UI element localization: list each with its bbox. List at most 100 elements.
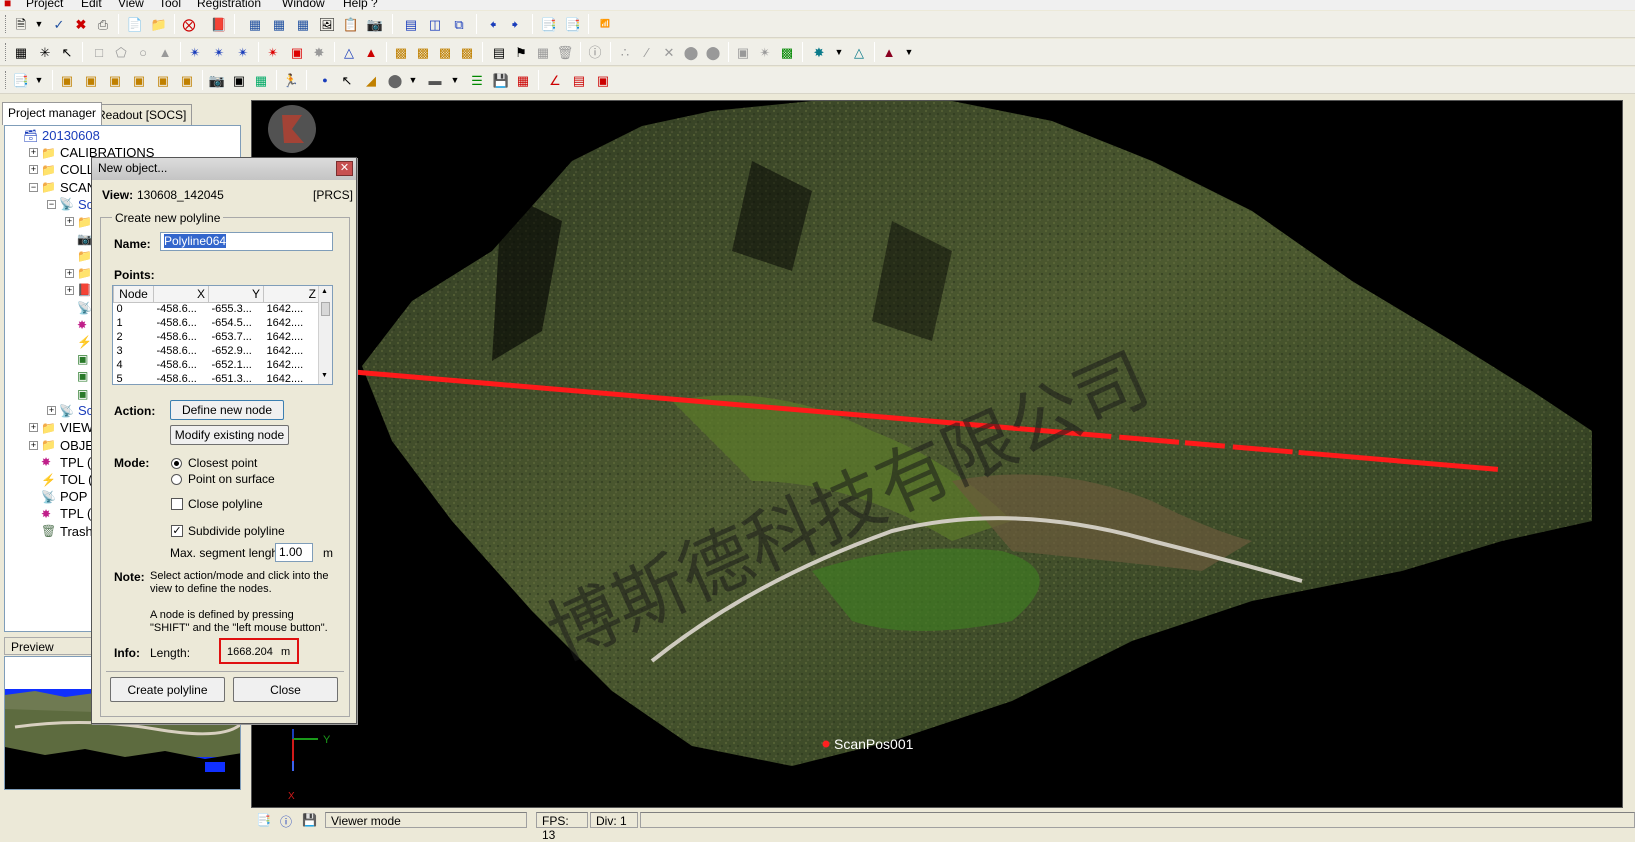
tree-expander[interactable]: + — [47, 406, 56, 416]
cursor-icon[interactable]: ↖ — [58, 43, 76, 61]
delete-icon[interactable]: ✖ — [72, 15, 90, 33]
modify-node-button[interactable]: Modify existing node — [170, 425, 289, 445]
arrow-left-icon[interactable]: 🠸 — [484, 15, 502, 33]
mesh-icon[interactable]: △ — [340, 43, 358, 61]
grid-icon[interactable]: ▦ — [534, 43, 552, 61]
tie-point2-icon[interactable]: ▩ — [414, 43, 432, 61]
view-icon[interactable]: 📑 — [12, 71, 30, 89]
tree-item[interactable]: 🗃 20130608 — [23, 127, 100, 144]
menu-registration[interactable]: Registration — [197, 0, 261, 10]
star-tool3-icon[interactable]: ✴ — [234, 43, 252, 61]
tree-expander[interactable]: + — [65, 285, 74, 295]
book-icon[interactable]: 📕 — [210, 15, 228, 33]
tree-expander[interactable]: + — [65, 268, 74, 278]
tree-item[interactable]: 📡 POP — [41, 488, 87, 505]
mesh-red-icon[interactable]: ▲ — [362, 43, 380, 61]
tie-point4-icon[interactable]: ▩ — [458, 43, 476, 61]
close-icon[interactable]: ✕ — [336, 161, 353, 176]
closest-point-radio[interactable] — [171, 458, 182, 469]
split-window-icon[interactable]: ◫ — [426, 15, 444, 33]
lasso-icon[interactable]: ○ — [134, 43, 152, 61]
trash-tool-icon[interactable]: 🗑 — [556, 43, 574, 61]
cursor-mode-icon[interactable]: ↖ — [338, 71, 356, 89]
cube-left-icon[interactable]: ▣ — [106, 71, 124, 89]
layers-mode-icon[interactable]: ☰ — [468, 71, 486, 89]
cube-front-icon[interactable]: ▣ — [58, 71, 76, 89]
table-row[interactable]: 2 -458.6... -653.7... 1642.... — [114, 330, 320, 344]
point-on-surface-radio[interactable] — [171, 474, 182, 485]
points-scrollbar[interactable]: ▲ ▼ — [318, 286, 332, 384]
color-bars-icon[interactable]: ▦ — [514, 71, 532, 89]
tree-expander[interactable]: + — [29, 440, 38, 450]
properties-icon[interactable]: 📄 — [126, 15, 144, 33]
info-status-icon[interactable]: ⓘ — [275, 812, 295, 829]
green-grid-icon[interactable]: ▩ — [778, 43, 796, 61]
toolbar-grip[interactable] — [5, 43, 8, 61]
col-z[interactable]: Z — [263, 286, 320, 303]
chevron-down-icon[interactable]: ▼ — [30, 71, 48, 89]
tree-expander[interactable]: + — [29, 165, 38, 175]
menu-tool[interactable]: Tool — [159, 0, 181, 10]
scanpos-marker[interactable] — [822, 740, 830, 748]
red-star-icon[interactable]: ✴ — [264, 43, 282, 61]
toolbar-grip[interactable] — [5, 15, 8, 33]
dialog-title[interactable]: New object... — [92, 158, 356, 180]
tree-expander[interactable]: + — [29, 423, 38, 433]
scroll-thumb[interactable] — [321, 302, 330, 316]
tab-project-manager[interactable]: Project manager — [2, 102, 103, 125]
poly-select-icon[interactable]: ⬠ — [112, 43, 130, 61]
blob2-icon[interactable]: ⬤ — [704, 43, 722, 61]
zoom-all-icon[interactable]: ▦ — [252, 71, 270, 89]
close-polyline-label[interactable]: Close polyline — [188, 497, 263, 511]
sphere-icon[interactable]: ⬤ — [386, 71, 404, 89]
subdivide-polyline-checkbox[interactable]: ✓ — [171, 525, 183, 537]
rect-mode-icon[interactable]: ▬ — [426, 71, 444, 89]
point-icon[interactable]: ∴ — [616, 43, 634, 61]
info-icon[interactable]: ⓘ — [586, 43, 604, 61]
ruler-icon[interactable]: ▤ — [570, 71, 588, 89]
measure-icon[interactable]: ▣ — [734, 43, 752, 61]
camera-tool-icon[interactable]: 📷 — [366, 15, 384, 33]
line-icon[interactable]: ∕ — [638, 43, 656, 61]
chevron-down-icon[interactable]: ▼ — [830, 43, 848, 61]
walk-icon[interactable]: 🏃 — [282, 71, 300, 89]
name-input[interactable]: Polyline064 — [160, 232, 333, 251]
col-y[interactable]: Y — [208, 286, 264, 303]
multi-star-icon[interactable]: ✸ — [310, 43, 328, 61]
tie-point-icon[interactable]: ▩ — [392, 43, 410, 61]
tab-readout[interactable]: Readout [SOCS] — [91, 104, 193, 125]
tree-expander[interactable]: − — [29, 182, 38, 192]
image-icon[interactable]: 🖼 — [318, 15, 336, 33]
point-on-surface-label[interactable]: Point on surface — [188, 472, 275, 486]
star-tool2-icon[interactable]: ✴ — [210, 43, 228, 61]
close-polyline-checkbox[interactable] — [171, 498, 183, 510]
menu-project[interactable]: Project — [26, 0, 63, 10]
chevron-down-icon[interactable]: ▼ — [404, 71, 422, 89]
table-row[interactable]: 1 -458.6... -654.5... 1642.... — [114, 316, 320, 330]
axis-tool-icon[interactable]: ∠ — [546, 71, 564, 89]
toolbar-grip[interactable] — [5, 71, 8, 89]
subdivide-polyline-label[interactable]: Subdivide polyline — [188, 524, 285, 538]
table-row[interactable]: 5 -458.6... -651.3... 1642.... — [114, 372, 320, 384]
closest-point-label[interactable]: Closest point — [188, 456, 257, 470]
chevron-down-icon[interactable]: ▼ — [900, 43, 918, 61]
camera-view-icon[interactable]: 📷 — [208, 71, 226, 89]
rect-select-icon[interactable]: □ — [90, 43, 108, 61]
blob-icon[interactable]: ⬤ — [682, 43, 700, 61]
menu-edit[interactable]: Edit — [81, 0, 102, 10]
tie-point3-icon[interactable]: ▩ — [436, 43, 454, 61]
register-icon[interactable]: 📑 — [540, 15, 558, 33]
triangle-mode-icon[interactable]: ◢ — [362, 71, 380, 89]
chevron-down-icon[interactable]: ▼ — [446, 71, 464, 89]
table-row[interactable]: 0 -458.6... -655.3... 1642.... — [114, 302, 320, 316]
tag-icon[interactable]: ▣ — [594, 71, 612, 89]
register2-icon[interactable]: 📑 — [564, 15, 582, 33]
folder-open-icon[interactable]: 📁 — [150, 15, 168, 33]
col-x[interactable]: X — [153, 286, 209, 303]
menu-view[interactable]: View — [118, 0, 144, 10]
view-settings-icon[interactable]: 📑 — [251, 812, 271, 828]
new-project-icon[interactable]: 🗎 — [12, 15, 30, 33]
tree-item[interactable]: 🗑 Trash — [41, 523, 93, 540]
scan-tool-icon[interactable]: ▦ — [246, 15, 264, 33]
define-node-button[interactable]: Define new node — [170, 400, 284, 420]
